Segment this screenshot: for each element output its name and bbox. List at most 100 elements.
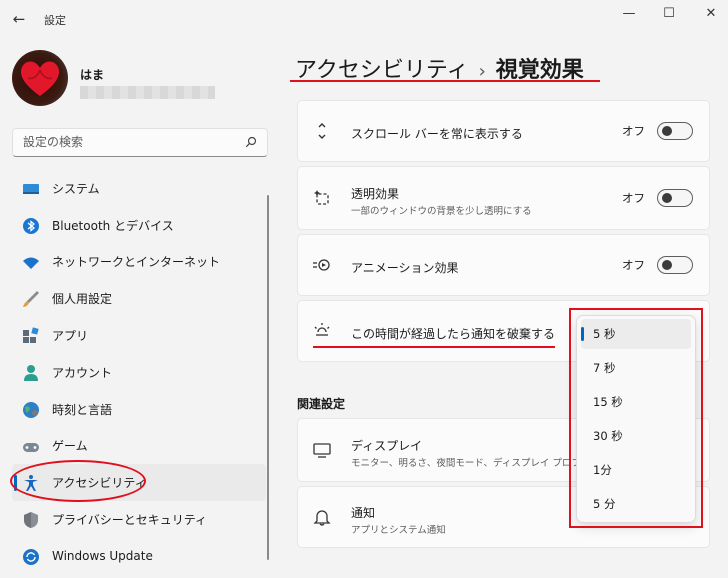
search-icon[interactable] (245, 136, 257, 148)
toggle-knob (662, 260, 672, 270)
sidebar-item-label: ネットワークとインターネット (52, 255, 221, 270)
sidebar-item-label: Windows Update (52, 549, 153, 564)
transparency-icon (314, 190, 329, 205)
section-heading-related: 関連設定 (297, 397, 346, 411)
animation-toggle-group: オフ (622, 256, 693, 274)
dropdown-option[interactable]: 5 秒 (581, 319, 691, 349)
user-email-blurred (80, 86, 215, 99)
person-icon (24, 364, 38, 381)
transparency-toggle[interactable] (657, 189, 693, 207)
maximize-icon: ☐ (663, 6, 675, 21)
setting-card-animation[interactable]: アニメーション効果 オフ (297, 234, 710, 296)
sidebar-item-network[interactable]: ネットワークとインターネット (12, 244, 266, 281)
heart-flower-icon (20, 61, 60, 96)
option-label: 15 秒 (593, 395, 623, 409)
notification-timer-icon (314, 323, 330, 336)
related-subtitle: モニター、明るさ、夜間モード、ディスプレイ プロファイル (351, 458, 610, 469)
toggle-state-label: オフ (622, 191, 645, 205)
apps-icon (23, 327, 39, 344)
breadcrumb-separator: › (478, 61, 486, 82)
sidebar-item-time-language[interactable]: 時刻と言語 (12, 391, 266, 428)
sidebar-item-personalization[interactable]: 個人用設定 (12, 280, 266, 317)
annotation-underline (313, 346, 555, 348)
monitor-icon (313, 443, 331, 458)
search-input[interactable] (23, 135, 233, 149)
minimize-icon: — (622, 6, 636, 21)
selection-indicator (581, 327, 584, 341)
app-title: 設定 (44, 14, 66, 27)
related-title: ディスプレイ (351, 439, 423, 453)
dropdown-option[interactable]: 1分 (581, 455, 691, 485)
brush-icon (23, 291, 39, 308)
back-button[interactable]: ← (8, 8, 30, 30)
option-label: 5 秒 (593, 327, 616, 341)
notification-timeout-dropdown[interactable]: 5 秒 7 秒 15 秒 30 秒 1分 5 分 (576, 315, 696, 523)
search-box[interactable] (12, 128, 268, 157)
minimize-button[interactable]: — (614, 4, 644, 24)
sidebar-item-label: プライバシーとセキュリティ (52, 513, 208, 528)
dropdown-option[interactable]: 5 分 (581, 489, 691, 519)
scroll-arrows-icon (318, 123, 326, 139)
update-icon (23, 548, 39, 565)
sidebar-item-privacy[interactable]: プライバシーとセキュリティ (12, 501, 266, 538)
sidebar-item-accessibility[interactable]: アクセシビリティ (12, 464, 266, 502)
annotation-underline (290, 80, 600, 82)
dropdown-option[interactable]: 30 秒 (581, 421, 691, 451)
close-icon: ✕ (705, 6, 717, 21)
option-label: 1分 (593, 463, 612, 477)
animation-icon (313, 259, 330, 271)
sidebar-item-accounts[interactable]: アカウント (12, 354, 266, 391)
sidebar-item-label: アプリ (52, 329, 89, 344)
sidebar-item-apps[interactable]: アプリ (12, 317, 266, 354)
title-bar: ← 設定 — ☐ ✕ (0, 0, 728, 36)
sidebar-item-label: 個人用設定 (52, 292, 113, 307)
dropdown-option[interactable]: 15 秒 (581, 387, 691, 417)
option-label: 5 分 (593, 497, 616, 511)
scrollbars-toggle-group: オフ (622, 122, 693, 140)
bluetooth-icon (23, 217, 39, 234)
setting-card-scrollbars[interactable]: スクロール バーを常に表示する オフ (297, 100, 710, 162)
setting-title: この時間が経過したら通知を破棄する (351, 327, 556, 341)
related-subtitle: アプリとシステム通知 (351, 525, 446, 536)
user-name: はま (80, 68, 105, 82)
transparency-toggle-group: オフ (622, 189, 693, 207)
setting-title: 透明効果 (351, 187, 400, 201)
wifi-icon (23, 257, 39, 269)
toggle-state-label: オフ (622, 124, 645, 138)
selection-indicator (14, 475, 17, 492)
sidebar-scrollbar[interactable] (267, 195, 269, 560)
animation-toggle[interactable] (657, 256, 693, 274)
setting-card-transparency[interactable]: 透明効果 一部のウィンドウの背景を少し透明にする オフ (297, 166, 710, 230)
bell-icon (313, 510, 331, 526)
sidebar-item-windows-update[interactable]: Windows Update (12, 538, 266, 575)
setting-subtitle: 一部のウィンドウの背景を少し透明にする (351, 206, 532, 217)
accessibility-icon (24, 475, 38, 492)
shield-icon (24, 512, 38, 529)
sidebar-nav: システム Bluetooth とデバイス ネットワークとインターネット 個人用設… (12, 170, 266, 575)
gamepad-icon (23, 442, 39, 452)
toggle-knob (662, 126, 672, 136)
setting-title: アニメーション効果 (351, 261, 459, 275)
maximize-button[interactable]: ☐ (654, 4, 684, 24)
sidebar-item-label: 時刻と言語 (52, 402, 113, 417)
sidebar-item-system[interactable]: システム (12, 170, 266, 207)
dropdown-option[interactable]: 7 秒 (581, 353, 691, 383)
scrollbars-toggle[interactable] (657, 122, 693, 140)
avatar[interactable] (12, 50, 68, 106)
toggle-knob (662, 193, 672, 203)
option-label: 30 秒 (593, 429, 623, 443)
related-title: 通知 (351, 506, 376, 520)
sidebar-item-bluetooth[interactable]: Bluetooth とデバイス (12, 207, 266, 244)
setting-title: スクロール バーを常に表示する (351, 127, 523, 141)
back-arrow-icon: ← (12, 10, 26, 28)
sidebar-item-label: ゲーム (52, 439, 88, 454)
sidebar-item-label: アクセシビリティ (52, 476, 147, 491)
sidebar-item-gaming[interactable]: ゲーム (12, 428, 266, 465)
toggle-state-label: オフ (622, 258, 645, 272)
sidebar-item-label: アカウント (52, 365, 113, 380)
sidebar-item-label: システム (52, 181, 100, 196)
option-label: 7 秒 (593, 361, 616, 375)
close-button[interactable]: ✕ (696, 4, 726, 24)
globe-icon (23, 401, 39, 418)
sidebar-item-label: Bluetooth とデバイス (52, 218, 174, 233)
